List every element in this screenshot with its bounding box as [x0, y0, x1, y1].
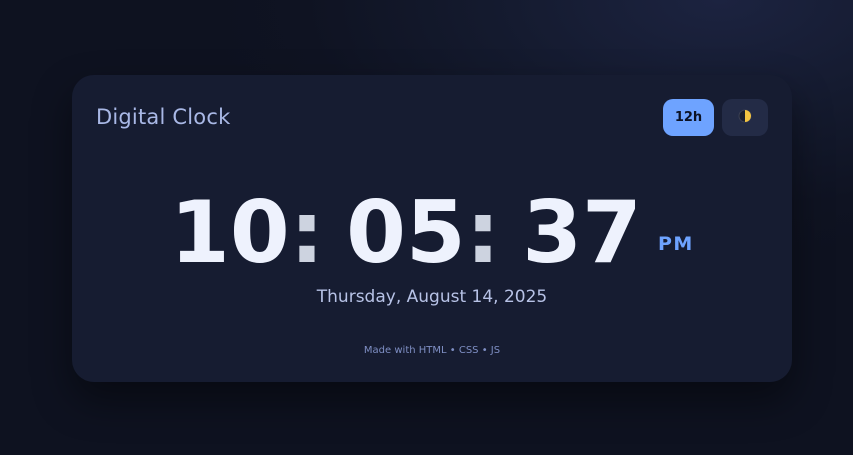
- half-moon-icon: [738, 108, 752, 127]
- footer-text: Made with HTML • CSS • JS: [363, 345, 501, 356]
- theme-toggle-button[interactable]: [722, 99, 768, 136]
- date-label: Thursday, August 14, 2025: [316, 287, 548, 307]
- time-format-toggle-button[interactable]: 12h: [663, 99, 714, 136]
- hours-value: 10: [170, 183, 290, 283]
- app-title: Digital Clock: [96, 105, 231, 129]
- meridiem-label: PM: [658, 233, 694, 255]
- time-display: 10:05:37: [170, 187, 642, 277]
- time-separator: :: [465, 183, 501, 283]
- clock-card: Digital Clock 12h 10:05:37 PM Thursday, …: [72, 75, 792, 382]
- minutes-value: 05: [346, 183, 466, 283]
- seconds-value: 37: [522, 183, 642, 283]
- time-separator: :: [289, 183, 325, 283]
